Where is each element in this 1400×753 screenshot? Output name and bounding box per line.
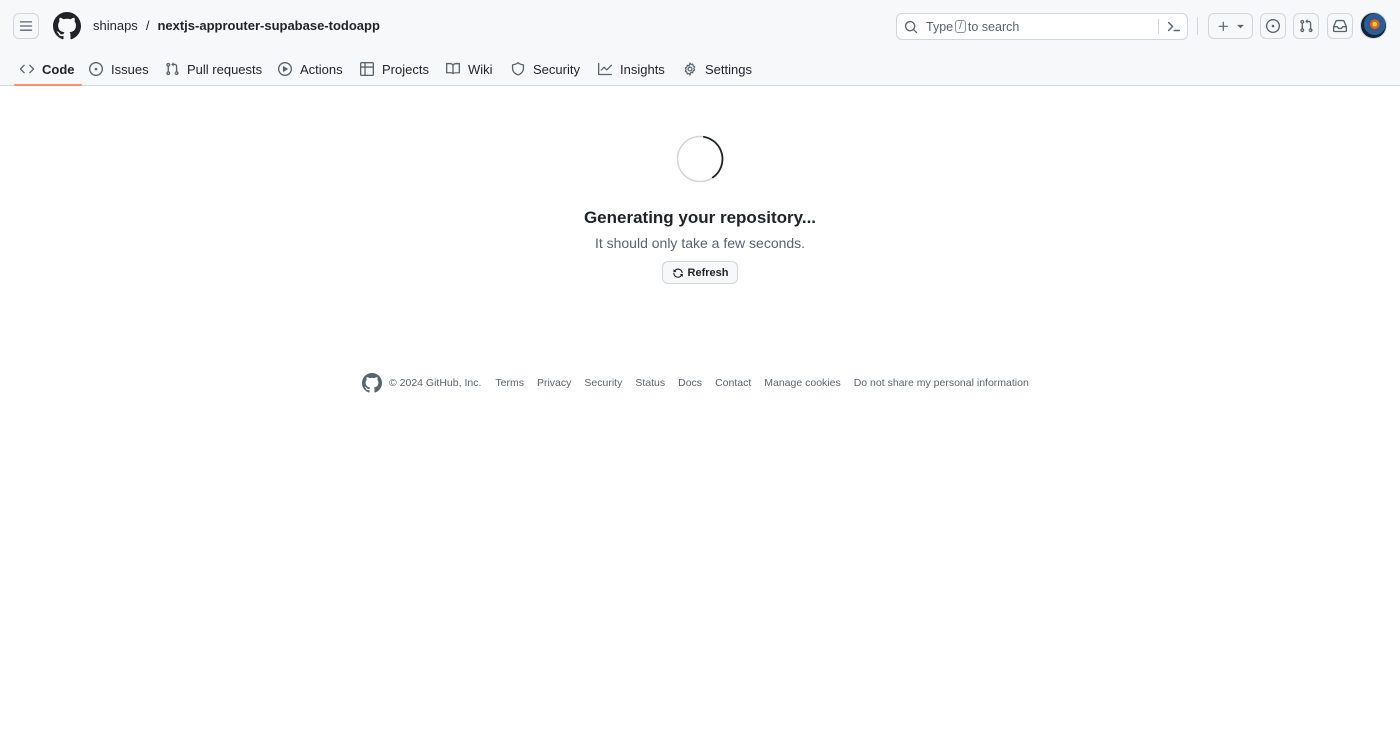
graph-icon [598,62,612,76]
search-placeholder-suffix: to search [967,19,1020,34]
tab-label: Settings [705,61,752,77]
github-logo-icon[interactable] [53,12,81,40]
top-bar: shinaps / nextjs-approuter-supabase-todo… [0,0,1400,52]
tab-issues[interactable]: Issues [89,52,149,86]
tab-label: Code [42,61,75,77]
tab-code[interactable]: Code [14,52,81,86]
tab-projects[interactable]: Projects [360,52,429,86]
tab-label: Actions [300,61,343,77]
header-divider [1197,17,1198,35]
tab-wiki[interactable]: Wiki [446,52,493,86]
shield-icon [511,62,525,76]
tab-insights[interactable]: Insights [598,52,665,86]
triangle-down-icon [1236,24,1244,28]
tab-label: Security [533,61,580,77]
create-new-button[interactable] [1208,13,1253,39]
footer: © 2024 GitHub, Inc. Terms Privacy Securi… [362,372,1042,394]
refresh-label: Refresh [687,266,729,279]
repo-nav-tabs: Code Issues Pull requests Actions Projec… [0,52,1400,86]
repo-name-link[interactable]: nextjs-approuter-supabase-todoapp [157,18,379,33]
git-pull-request-icon [1300,19,1313,33]
book-icon [446,62,460,75]
your-pull-requests-button[interactable] [1293,13,1319,39]
refresh-button[interactable]: Refresh [662,261,738,284]
play-icon [278,62,292,76]
tab-label: Issues [111,61,149,77]
tab-settings[interactable]: Settings [683,52,752,86]
search-icon [904,20,918,33]
sync-icon [672,268,683,278]
issue-opened-icon [89,62,103,76]
breadcrumb: shinaps / nextjs-approuter-supabase-todo… [93,18,380,33]
footer-link-terms[interactable]: Terms [495,377,524,389]
your-issues-button[interactable] [1260,13,1286,39]
issue-opened-icon [1266,19,1280,33]
open-menu-button[interactable] [13,13,39,39]
loading-spinner-icon [676,135,724,183]
footer-link-do-not-share[interactable]: Do not share my personal information [854,377,1029,389]
user-avatar[interactable] [1360,12,1387,39]
inbox-icon [1333,19,1347,33]
table-icon [360,62,374,76]
command-palette-icon[interactable] [1166,19,1181,34]
search-input[interactable]: Type / to search [896,13,1188,40]
repo-owner-link[interactable]: shinaps [93,18,138,33]
git-pull-request-icon [166,62,179,76]
breadcrumb-separator: / [145,18,150,33]
plus-icon [1218,21,1228,31]
tab-actions[interactable]: Actions [278,52,343,86]
main-content: Generating your repository... It should … [0,86,1400,346]
tab-pull-requests[interactable]: Pull requests [165,52,262,86]
footer-link-security[interactable]: Security [584,377,622,389]
generating-title: Generating your repository... [583,208,817,227]
search-placeholder-prefix: Type [926,19,954,34]
search-placeholder: Type / to search [926,20,1019,34]
tab-label: Projects [382,61,429,77]
github-footer-logo-icon[interactable] [362,373,382,393]
footer-link-status[interactable]: Status [635,377,665,389]
tab-label: Insights [620,61,665,77]
tab-label: Wiki [468,61,493,77]
generating-subtitle: It should only take a few seconds. [594,235,806,251]
tab-label: Pull requests [187,61,263,77]
gear-icon [684,62,696,76]
app-header: shinaps / nextjs-approuter-supabase-todo… [0,0,1400,86]
tab-security[interactable]: Security [511,52,580,86]
footer-link-docs[interactable]: Docs [678,377,702,389]
code-icon [20,64,34,74]
footer-link-privacy[interactable]: Privacy [537,377,571,389]
hamburger-icon [19,21,33,31]
footer-copyright: © 2024 GitHub, Inc. [389,377,482,389]
footer-link-contact[interactable]: Contact [715,377,751,389]
footer-link-manage-cookies[interactable]: Manage cookies [764,377,840,389]
notifications-button[interactable] [1327,13,1353,39]
search-divider [1158,19,1159,34]
search-shortcut-key: / [955,20,966,33]
